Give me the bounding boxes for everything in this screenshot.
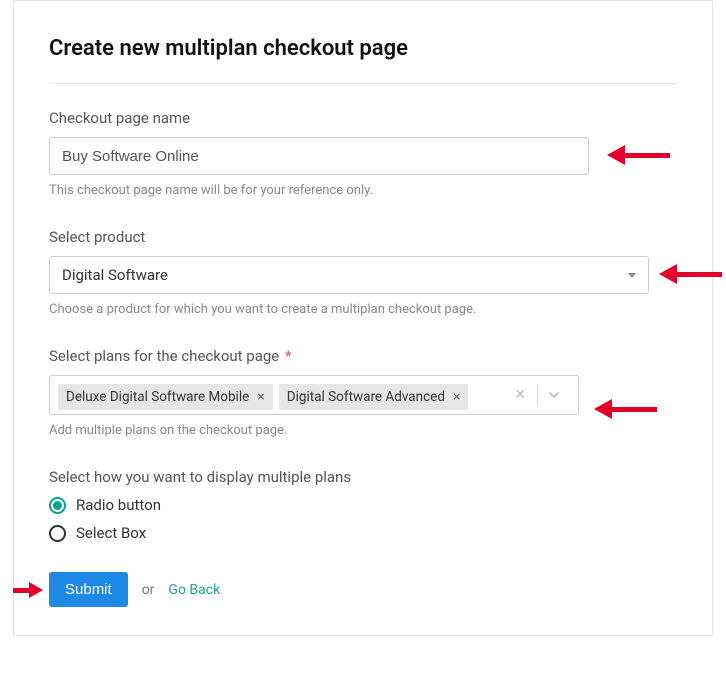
radio-option-select-box[interactable]: Select Box <box>49 524 677 542</box>
radio-option-label: Radio button <box>76 496 161 514</box>
checkout-name-label: Checkout page name <box>49 109 677 127</box>
clear-all-icon[interactable]: × <box>505 386 535 404</box>
remove-tag-icon[interactable]: × <box>257 390 264 404</box>
radio-icon <box>49 525 66 542</box>
arrow-annotation-icon <box>607 145 670 165</box>
form-card: Create new multiplan checkout page Check… <box>13 0 713 636</box>
select-plans-label-text: Select plans for the checkout page <box>49 347 279 365</box>
select-plans-multiselect[interactable]: Deluxe Digital Software Mobile × Digital… <box>49 375 579 415</box>
multiselect-controls: × <box>499 376 578 414</box>
remove-tag-icon[interactable]: × <box>453 390 460 404</box>
submit-button[interactable]: Submit <box>49 572 128 607</box>
action-row: Submit or Go Back <box>49 572 677 607</box>
field-display-mode: Select how you want to display multiple … <box>49 468 677 542</box>
radio-icon <box>49 497 66 514</box>
plan-tag-label: Digital Software Advanced <box>287 389 445 405</box>
select-product-value: Digital Software <box>62 266 168 284</box>
arrow-annotation-icon <box>594 399 657 419</box>
plan-tag: Digital Software Advanced × <box>279 384 469 410</box>
select-plans-label: Select plans for the checkout page * <box>49 347 677 365</box>
radio-option-radio-button[interactable]: Radio button <box>49 496 677 514</box>
chevron-down-icon <box>628 273 636 278</box>
divider <box>49 83 677 84</box>
go-back-link[interactable]: Go Back <box>168 582 220 598</box>
select-plans-help: Add multiple plans on the checkout page. <box>49 423 677 438</box>
selected-plan-tags: Deluxe Digital Software Mobile × Digital… <box>50 376 499 414</box>
plan-tag: Deluxe Digital Software Mobile × <box>58 384 273 410</box>
arrow-annotation-icon <box>659 264 722 284</box>
field-select-plans: Select plans for the checkout page * Del… <box>49 347 677 438</box>
checkout-name-help: This checkout page name will be for your… <box>49 183 677 198</box>
display-mode-options: Radio button Select Box <box>49 496 677 542</box>
field-select-product: Select product Digital Software Choose a… <box>49 228 677 317</box>
arrow-annotation-icon <box>13 582 43 598</box>
radio-option-label: Select Box <box>76 524 146 542</box>
plan-tag-label: Deluxe Digital Software Mobile <box>66 389 249 405</box>
required-mark: * <box>285 347 291 365</box>
select-product-label: Select product <box>49 228 677 246</box>
display-mode-label: Select how you want to display multiple … <box>49 468 677 486</box>
select-product-dropdown[interactable]: Digital Software <box>49 256 649 294</box>
chevron-down-icon[interactable] <box>540 387 568 403</box>
separator <box>537 384 538 406</box>
checkout-name-input[interactable] <box>49 137 589 175</box>
field-checkout-name: Checkout page name This checkout page na… <box>49 109 677 198</box>
or-text: or <box>142 582 155 598</box>
select-product-help: Choose a product for which you want to c… <box>49 302 677 317</box>
page-title: Create new multiplan checkout page <box>49 36 677 61</box>
